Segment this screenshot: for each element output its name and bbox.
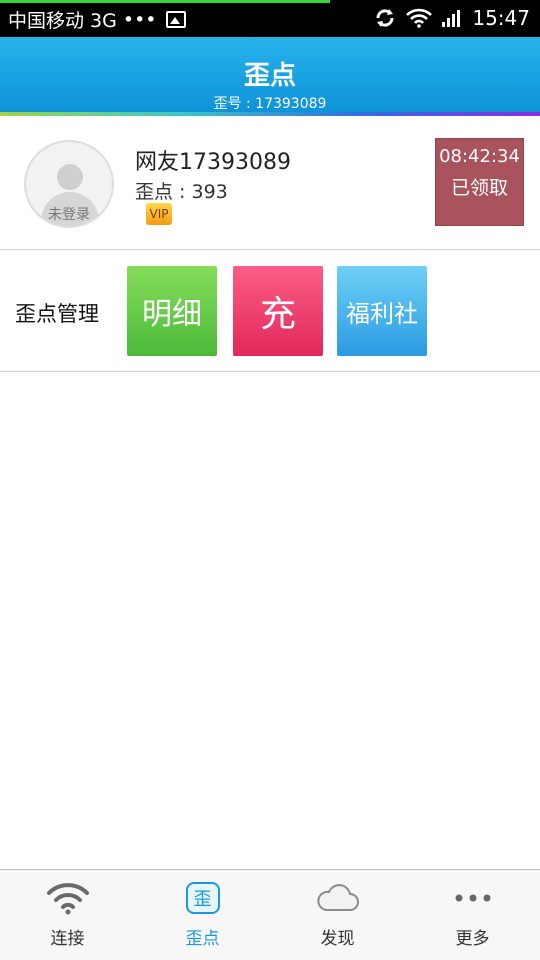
vip-badge: VIP: [146, 203, 172, 225]
more-dots-icon: [450, 880, 496, 916]
app-header: 歪点 歪号 : 17393089: [0, 37, 540, 112]
welfare-tile-button[interactable]: 福利社: [337, 266, 427, 356]
notification-dots: •••: [122, 8, 157, 31]
nav-label-connect: 连接: [50, 929, 85, 949]
load-progress-bar: [0, 0, 330, 3]
checkin-button[interactable]: 08:42:34 已领取: [435, 138, 524, 226]
avatar[interactable]: 未登录: [24, 140, 114, 228]
point-icon-glyph: 歪: [185, 882, 220, 914]
carrier-text: 中国移动 3G: [8, 10, 117, 32]
point-icon: 歪: [180, 880, 226, 916]
nav-item-discover[interactable]: 发现: [270, 870, 405, 960]
nav-label-discover: 发现: [320, 929, 355, 949]
recharge-tile-button[interactable]: 充: [233, 266, 323, 356]
status-bar: 中国移动 3G ••• 15:47: [0, 0, 540, 37]
points-balance: 歪点 : 393: [135, 181, 228, 203]
checkin-status: 已领取: [450, 177, 508, 199]
checkin-time: 08:42:34: [439, 146, 520, 167]
detail-tile-button[interactable]: 明细: [127, 266, 217, 356]
nav-item-connect[interactable]: 连接: [0, 870, 135, 960]
status-right: 15:47: [374, 6, 530, 30]
username: 网友17393089: [135, 150, 291, 175]
avatar-login-label: 未登录: [48, 207, 90, 223]
wifi-icon: [406, 8, 433, 28]
cloud-icon: [315, 880, 361, 916]
profile-card: 未登录 网友17393089 歪点 : 393 VIP 08:42:34 已领取: [0, 116, 540, 250]
avatar-head-shape: [57, 164, 83, 190]
bottom-nav: 连接 歪 歪点 发现 更多: [0, 869, 540, 960]
nav-item-points[interactable]: 歪 歪点: [135, 870, 270, 960]
clock-text: 15:47: [472, 6, 530, 30]
signal-icon: [442, 10, 461, 27]
section-label: 歪点管理: [15, 302, 99, 326]
page-title: 歪点: [243, 61, 296, 91]
nav-item-more[interactable]: 更多: [405, 870, 540, 960]
nav-label-more: 更多: [455, 929, 490, 949]
points-management-section: 歪点管理 明细 充 福利社: [0, 251, 540, 372]
status-left: 中国移动 3G •••: [8, 6, 187, 33]
wifi-icon: [45, 880, 91, 916]
nav-label-points: 歪点: [185, 929, 220, 949]
image-notification-icon: [166, 11, 187, 28]
sync-icon: [376, 9, 394, 27]
page-subtitle: 歪号 : 17393089: [213, 96, 327, 112]
